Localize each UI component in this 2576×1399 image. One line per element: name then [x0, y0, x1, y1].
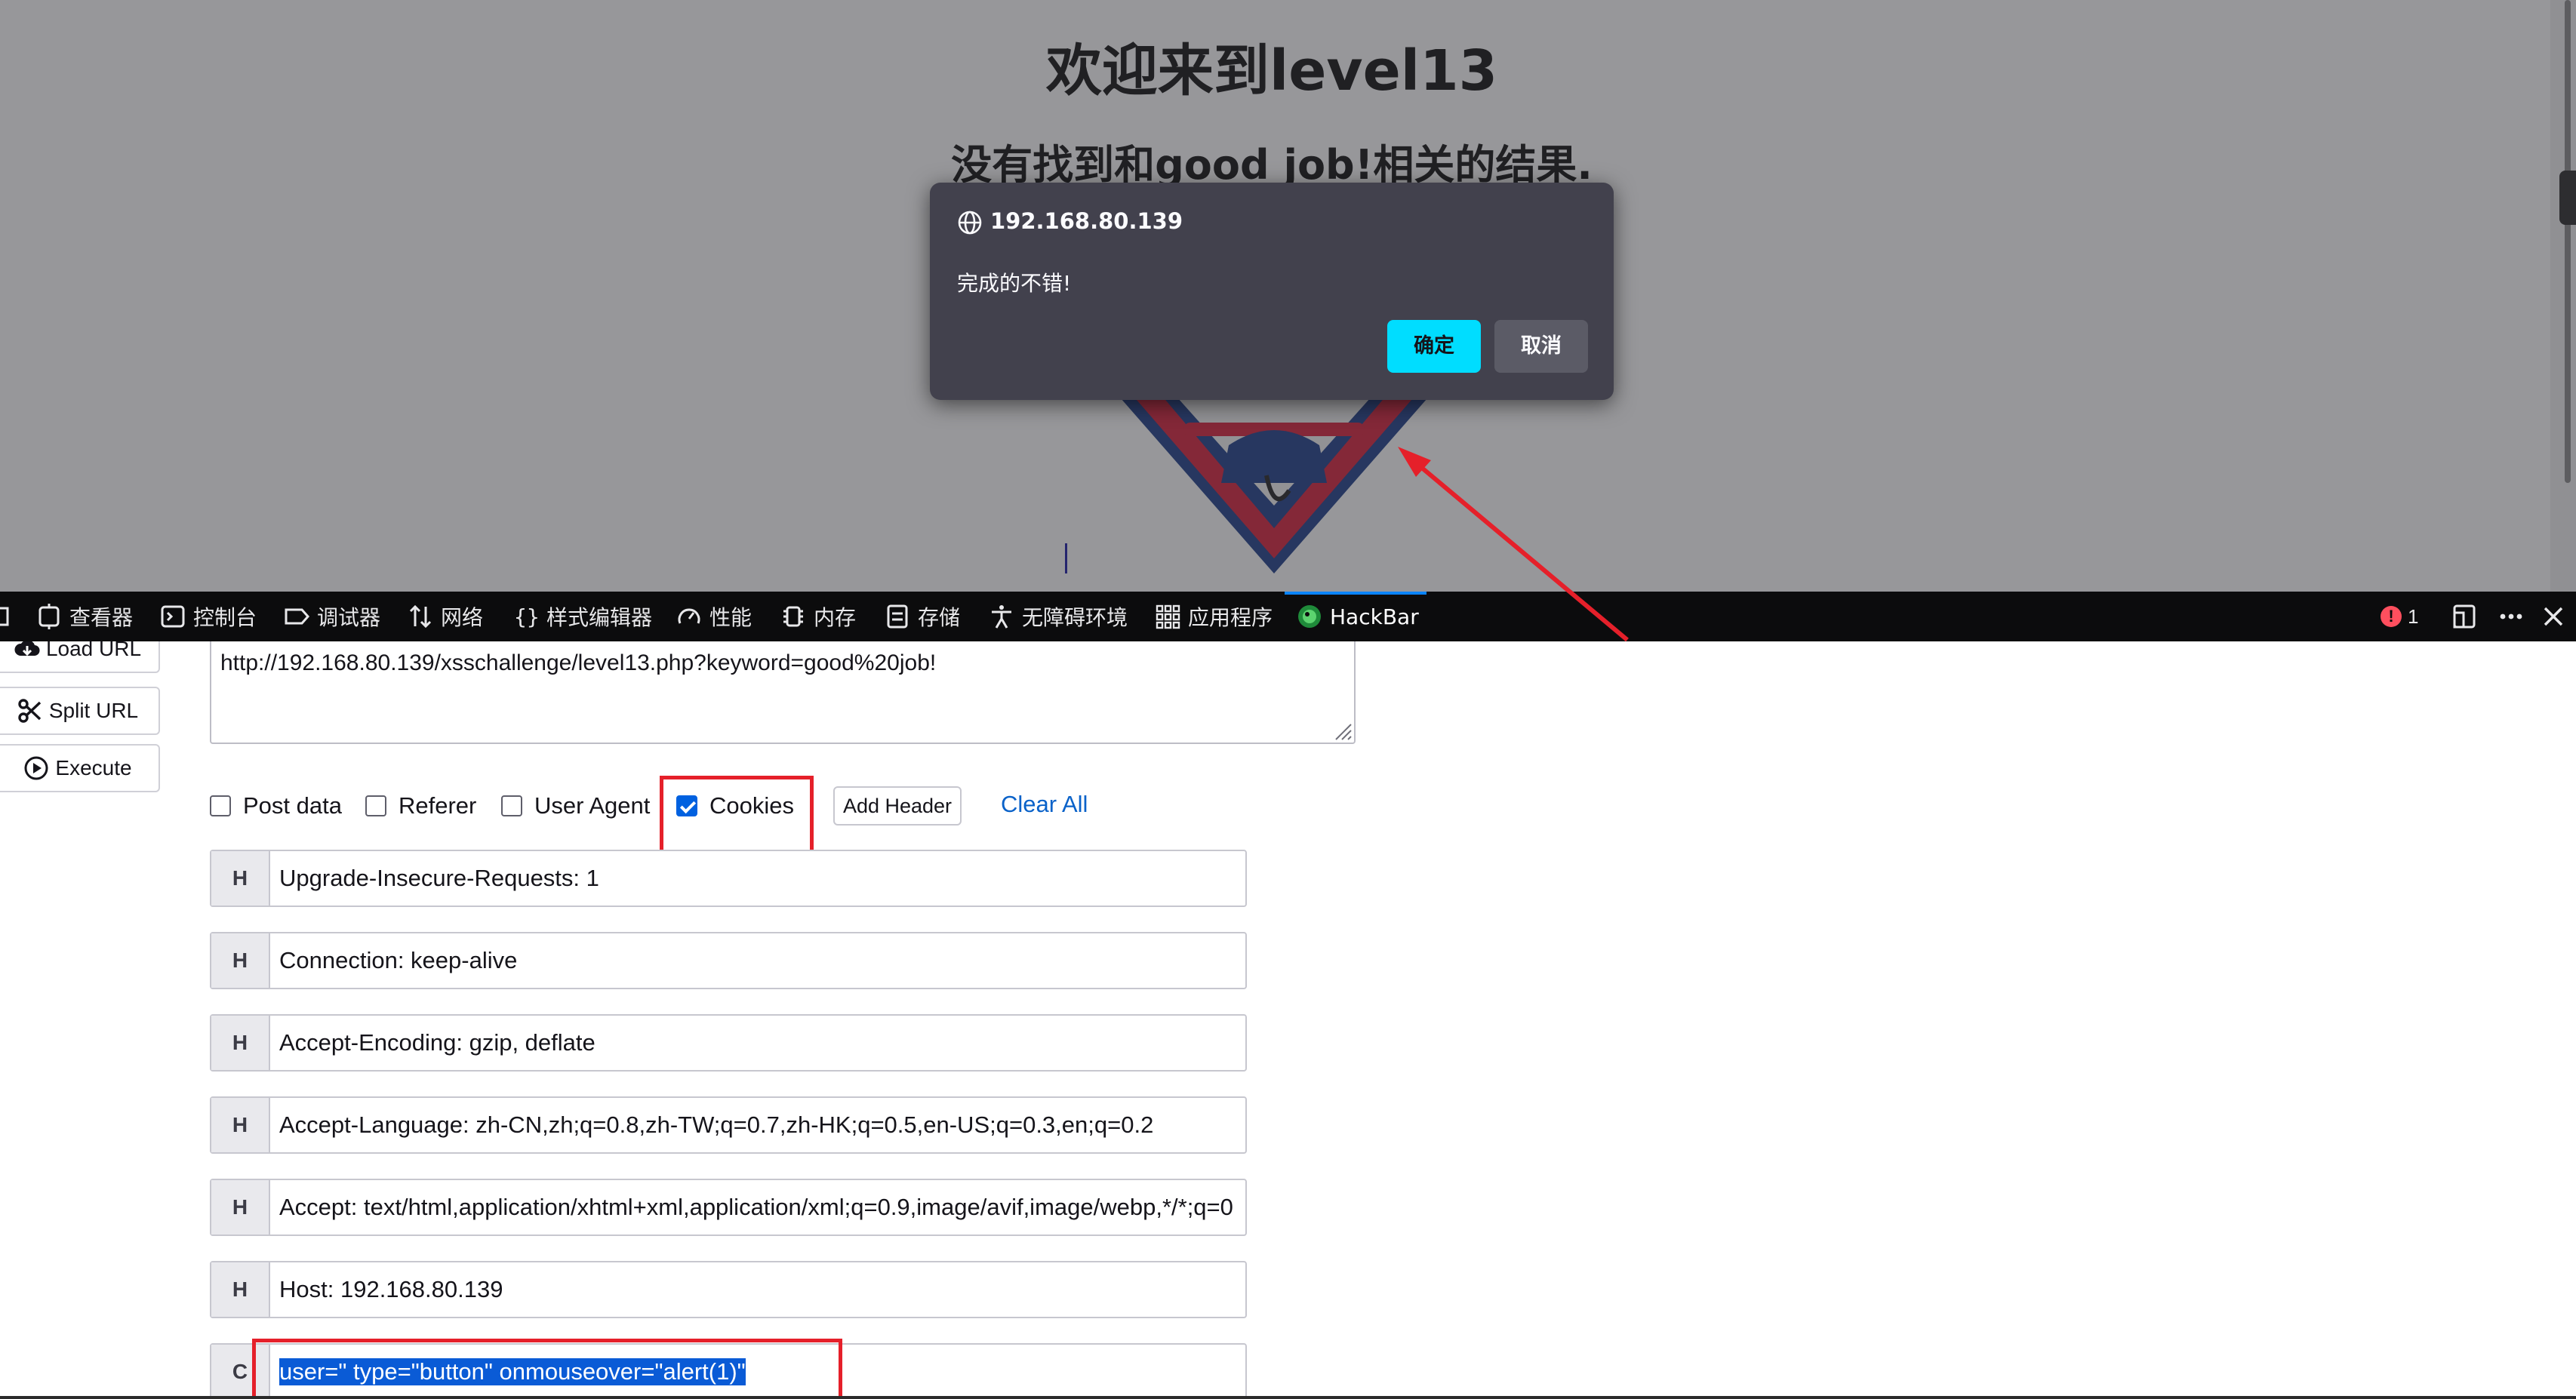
- referer-checkbox[interactable]: Referer: [365, 791, 476, 821]
- tab-label: HackBar: [1330, 604, 1419, 629]
- scissors-icon: [18, 699, 42, 723]
- tab-hackbar[interactable]: HackBar: [1297, 592, 1419, 641]
- globe-icon: [958, 211, 982, 235]
- tab-label: 查看器: [69, 605, 134, 630]
- user-agent-label: User Agent: [534, 792, 651, 819]
- header-tag: H: [211, 1262, 270, 1317]
- user-agent-check-box[interactable]: [501, 795, 522, 816]
- tab-label: 应用程序: [1188, 605, 1273, 630]
- header-input[interactable]: Upgrade-Insecure-Requests: 1: [270, 851, 1245, 906]
- post-data-label: Post data: [243, 792, 342, 819]
- header-input[interactable]: Accept-Language: zh-CN,zh;q=0.8,zh-TW;q=…: [270, 1098, 1245, 1152]
- tab-inspector[interactable]: 查看器: [36, 592, 133, 641]
- header-row: H Upgrade-Insecure-Requests: 1: [210, 850, 1247, 907]
- post-data-checkbox[interactable]: Post data: [210, 791, 342, 821]
- add-header-button[interactable]: Add Header: [833, 786, 962, 826]
- header-input[interactable]: Connection: keep-alive: [270, 933, 1245, 988]
- url-value: http://192.168.80.139/xsschallenge/level…: [220, 650, 937, 675]
- alert-message: 完成的不错!: [957, 271, 1072, 296]
- page-viewport: 欢迎来到level13 没有找到和good job!相关的结果. 192.168…: [0, 0, 2576, 592]
- tab-label: 网络: [441, 605, 484, 630]
- performance-icon: [678, 608, 700, 624]
- network-icon: [409, 604, 432, 629]
- tab-label: 调试器: [317, 605, 381, 630]
- memory-icon: [783, 606, 803, 627]
- referer-label: Referer: [399, 792, 477, 819]
- error-icon: !: [2381, 606, 2402, 627]
- load-url-label: Load URL: [45, 641, 142, 660]
- responsive-design-icon[interactable]: [2451, 604, 2477, 629]
- tab-accessibility[interactable]: 无障碍环境: [989, 592, 1128, 641]
- cloud-download-icon: [14, 641, 40, 656]
- error-counter[interactable]: ! 1: [2381, 592, 2418, 641]
- alert-ok-button[interactable]: 确定: [1387, 320, 1481, 373]
- hackbar-panel: Load URL Split URL Execute http://192.16…: [0, 641, 2576, 1399]
- element-picker-icon[interactable]: [0, 604, 11, 629]
- tab-console[interactable]: 控制台: [160, 592, 257, 641]
- header-row: H Accept: text/html,application/xhtml+xm…: [210, 1179, 1247, 1236]
- tab-performance[interactable]: 性能: [676, 592, 752, 641]
- hackbar-icon: [1298, 605, 1321, 628]
- inspector-icon: [38, 604, 60, 629]
- user-agent-checkbox[interactable]: User Agent: [501, 791, 650, 821]
- execute-label: Execute: [55, 756, 132, 779]
- tab-label: 性能: [709, 605, 752, 630]
- tab-label: 内存: [814, 605, 857, 630]
- alert-cancel-button[interactable]: 取消: [1494, 320, 1588, 373]
- more-options-icon[interactable]: [2498, 604, 2524, 629]
- split-url-label: Split URL: [48, 699, 139, 722]
- post-data-check-box[interactable]: [210, 795, 231, 816]
- header-input[interactable]: Accept: text/html,application/xhtml+xml,…: [270, 1180, 1245, 1235]
- tab-application[interactable]: 应用程序: [1155, 592, 1273, 641]
- header-input[interactable]: Accept-Encoding: gzip, deflate: [270, 1016, 1245, 1070]
- header-tag: H: [211, 1098, 270, 1152]
- clear-all-link[interactable]: Clear All: [1001, 791, 1088, 818]
- console-icon: [161, 605, 185, 628]
- error-count: 1: [2408, 604, 2419, 628]
- header-tag: H: [211, 1180, 270, 1235]
- referer-check-box[interactable]: [365, 795, 386, 816]
- tab-label: 样式编辑器: [546, 605, 653, 630]
- load-url-button[interactable]: Load URL: [0, 641, 160, 673]
- tab-label: 无障碍环境: [1022, 605, 1128, 630]
- header-row: H Accept-Language: zh-CN,zh;q=0.8,zh-TW;…: [210, 1096, 1247, 1154]
- storage-icon: [887, 604, 908, 629]
- tab-memory[interactable]: 内存: [780, 592, 856, 641]
- tab-storage[interactable]: 存储: [885, 592, 960, 641]
- application-icon: [1156, 604, 1180, 629]
- cookie-annotation-box: [252, 1339, 842, 1399]
- alert-origin: 192.168.80.139: [990, 208, 1183, 234]
- devtools-toolbar: 查看器 控制台 调试器 网络 {} 样式编辑器 性能 内存 存储 无障碍环境 应…: [0, 592, 2576, 641]
- tab-network[interactable]: 网络: [408, 592, 483, 641]
- url-textarea[interactable]: http://192.168.80.139/xsschallenge/level…: [210, 641, 1356, 744]
- header-row: H Host: 192.168.80.139: [210, 1261, 1247, 1318]
- header-row: H Connection: keep-alive: [210, 932, 1247, 989]
- debugger-icon: [285, 608, 309, 625]
- tab-label: 控制台: [193, 605, 257, 630]
- tab-debugger[interactable]: 调试器: [284, 592, 380, 641]
- header-input[interactable]: Host: 192.168.80.139: [270, 1262, 1245, 1317]
- resize-grip-icon[interactable]: [1330, 718, 1353, 741]
- alert-dialog: 192.168.80.139 完成的不错! 确定 取消: [930, 183, 1614, 400]
- execute-button[interactable]: Execute: [0, 744, 160, 792]
- tab-style-editor[interactable]: {} 样式编辑器: [513, 592, 652, 641]
- accessibility-icon: [992, 605, 1011, 629]
- cookies-annotation-box: [660, 776, 814, 854]
- style-editor-icon: {}: [514, 604, 539, 629]
- play-icon: [24, 756, 48, 780]
- header-tag: H: [211, 851, 270, 906]
- close-icon[interactable]: [2541, 604, 2566, 629]
- svg-text:{}: {}: [514, 604, 539, 629]
- header-tag: H: [211, 933, 270, 988]
- header-row: H Accept-Encoding: gzip, deflate: [210, 1014, 1247, 1072]
- split-url-button[interactable]: Split URL: [0, 687, 160, 735]
- tab-label: 存储: [918, 605, 961, 630]
- header-tag: H: [211, 1016, 270, 1070]
- window-bottom-border: [0, 1396, 2576, 1399]
